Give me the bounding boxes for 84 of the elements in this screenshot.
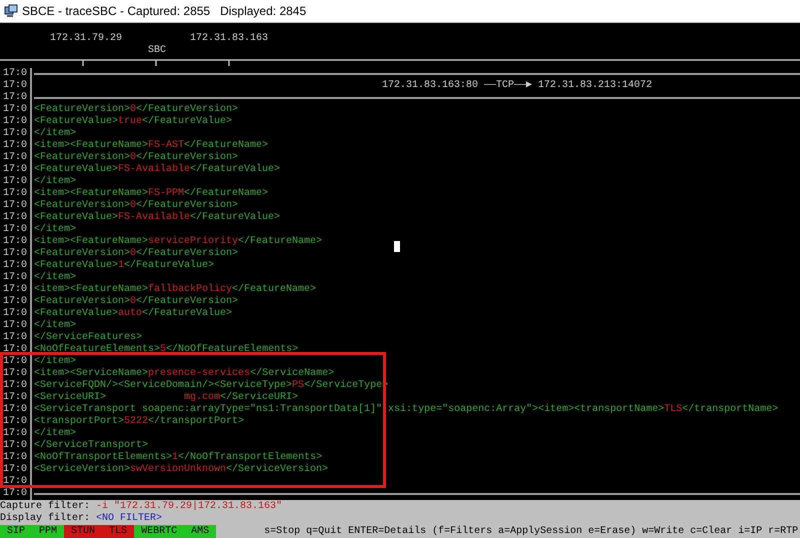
xml-line: </item> bbox=[34, 176, 76, 188]
xml-line: <ServiceVersion>swVersionUnknown</ServiceVersion> bbox=[34, 464, 328, 476]
host-label: SBC bbox=[148, 44, 166, 58]
xml-line: </item> bbox=[34, 128, 76, 140]
host-label: 172.31.83.163 bbox=[190, 32, 268, 46]
xml-line: </item> bbox=[34, 224, 76, 236]
timestamp: 17:0 bbox=[2, 260, 28, 272]
connection-label: 172.31.83.163:80 ——TCP——▶ 172.31.83.213:14072 bbox=[382, 80, 652, 92]
window-title: SBCE - traceSBC - Captured: 2855 Displayed: 2845 bbox=[22, 3, 306, 20]
timestamp: 17:0 bbox=[2, 332, 28, 344]
capture-filter-value: -i "172.31.79.29|172.31.83.163" bbox=[96, 501, 282, 513]
timestamp: 17:0 bbox=[2, 476, 28, 488]
xml-line: <ServiceURI> mg.com</ServiceURI> bbox=[34, 392, 298, 404]
xml-line: </item> bbox=[34, 272, 76, 284]
text-cursor bbox=[394, 241, 400, 252]
timestamp: 17:0 bbox=[2, 380, 28, 392]
xml-line: <FeatureValue>true</FeatureValue> bbox=[34, 116, 232, 128]
timestamp: 17:0 bbox=[2, 236, 28, 248]
timestamp: 17:0 bbox=[2, 212, 28, 224]
timestamp: 17:0 bbox=[2, 68, 28, 80]
timestamp: 17:0 bbox=[2, 368, 28, 380]
xml-line: <FeatureVersion>0</FeatureVersion> bbox=[34, 200, 238, 212]
timestamp: 17:0 bbox=[2, 296, 28, 308]
xml-line: <FeatureValue>1</FeatureValue> bbox=[34, 260, 214, 272]
xml-line: </ServiceFeatures> bbox=[34, 332, 142, 344]
timestamp: 17:0 bbox=[2, 80, 28, 92]
xml-line: <FeatureValue>auto</FeatureValue> bbox=[34, 308, 232, 320]
timestamp: 17:0 bbox=[2, 488, 28, 500]
protocol-tab[interactable]: PPM bbox=[32, 525, 64, 538]
xml-line: <transportPort>5222</transportPort> bbox=[34, 416, 244, 428]
display-filter-value: <NO FILTER> bbox=[96, 513, 162, 525]
timestamp: 17:0 bbox=[2, 404, 28, 416]
timestamp: 17:0 bbox=[2, 104, 28, 116]
xml-line: <FeatureVersion>0</FeatureVersion> bbox=[34, 104, 238, 116]
timestamp: 17:0 bbox=[2, 284, 28, 296]
xml-line: <FeatureValue>FS-Available</FeatureValue> bbox=[34, 164, 280, 176]
timestamp: 17:0 bbox=[2, 152, 28, 164]
timestamp: 17:0 bbox=[2, 416, 28, 428]
xml-line: <FeatureVersion>0</FeatureVersion> bbox=[34, 248, 238, 260]
protocol-tab[interactable]: STUN bbox=[64, 525, 102, 538]
display-filter-label: Display filter: bbox=[0, 513, 90, 525]
help-text: s=Stop q=Quit ENTER=Details (f=Filters a=ApplySession e=Erase) w=Write c=Clear i=IP r=RTP bbox=[264, 526, 798, 538]
xml-line: <ServiceTransport soapenc:arrayType="ns1:TransportData[1]" xsi:type="soapenc:Array"><item><transportName>TLS</transportName> bbox=[34, 404, 778, 416]
timestamp: 17:0 bbox=[2, 92, 28, 104]
xml-line: <item><FeatureName>FS-PPM</FeatureName> bbox=[34, 188, 268, 200]
timestamp: 17:0 bbox=[2, 344, 28, 356]
protocol-tab[interactable]: TLS bbox=[102, 525, 134, 538]
xml-line: <item><FeatureName>fallbackPolicy</FeatureName> bbox=[34, 284, 316, 296]
timestamp: 17:0 bbox=[2, 116, 28, 128]
xml-line: </item> bbox=[34, 428, 76, 440]
xml-line: <FeatureVersion>0</FeatureVersion> bbox=[34, 296, 238, 308]
timestamp: 17:0 bbox=[2, 188, 28, 200]
timestamp: 17:0 bbox=[2, 272, 28, 284]
protocol-tab[interactable]: SIP bbox=[0, 525, 32, 538]
timestamp: 17:0 bbox=[2, 452, 28, 464]
app-icon bbox=[4, 4, 18, 18]
xml-line: </item> bbox=[34, 320, 76, 332]
timestamp: 17:0 bbox=[2, 308, 28, 320]
xml-line: </ServiceTransport> bbox=[34, 440, 148, 452]
timestamp: 17:0 bbox=[2, 140, 28, 152]
capture-filter-label: Capture filter: bbox=[0, 501, 90, 512]
timestamp: 17:0 bbox=[2, 164, 28, 176]
xml-line: <NoOfFeatureElements>5</NoOfFeatureElements> bbox=[34, 344, 298, 356]
timestamp: 17:0 bbox=[2, 176, 28, 188]
xml-line: <item><FeatureName>servicePriority</FeatureName> bbox=[34, 236, 322, 248]
timestamp: 17:0 bbox=[2, 428, 28, 440]
xml-line: <NoOfTransportElements>1</NoOfTransportElements> bbox=[34, 452, 322, 464]
timestamp: 17:0 bbox=[2, 464, 28, 476]
xml-line: <FeatureVersion>0</FeatureVersion> bbox=[34, 152, 238, 164]
timestamp: 17:0 bbox=[2, 128, 28, 140]
timestamp: 17:0 bbox=[2, 320, 28, 332]
protocol-tab[interactable]: AMS bbox=[184, 525, 216, 538]
timestamp: 17:0 bbox=[2, 440, 28, 452]
timestamp: 17:0 bbox=[2, 200, 28, 212]
timestamp: 17:0 bbox=[2, 392, 28, 404]
timestamp: 17:0 bbox=[2, 356, 28, 368]
timestamp: 17:0 bbox=[2, 248, 28, 260]
xml-line: </item> bbox=[34, 356, 76, 368]
timestamp: 17:0 bbox=[2, 224, 28, 236]
host-label: 172.31.79.29 bbox=[50, 32, 122, 46]
xml-line: <item><FeatureName>FS-AST</FeatureName> bbox=[34, 140, 268, 152]
protocol-tab[interactable]: WEBRTC bbox=[134, 525, 184, 538]
xml-line: <item><ServiceName>presence-services</ServiceName> bbox=[34, 368, 334, 380]
xml-line: <FeatureValue>FS-Available</FeatureValue> bbox=[34, 212, 280, 224]
